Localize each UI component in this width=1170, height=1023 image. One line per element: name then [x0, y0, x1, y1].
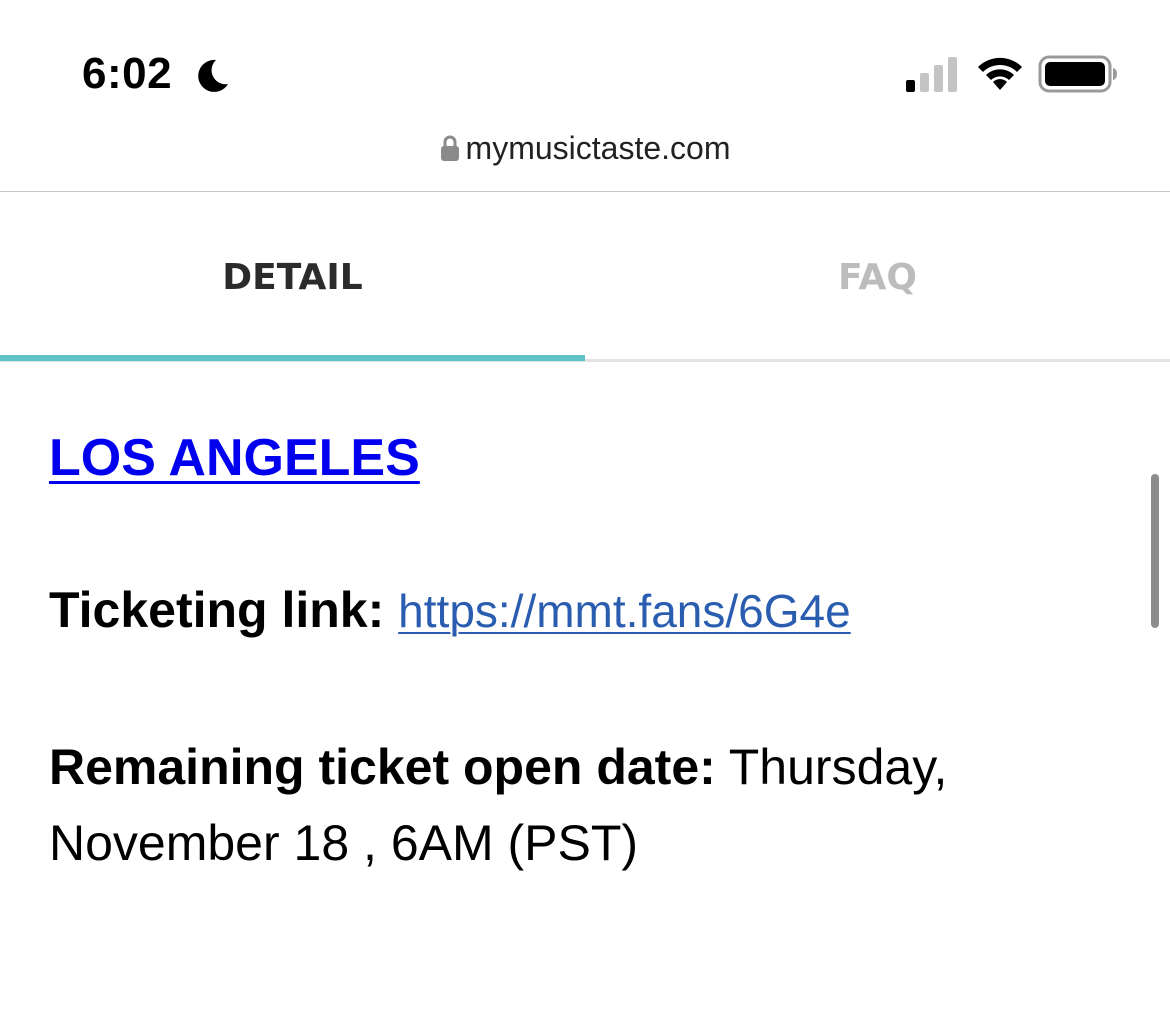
tab-detail[interactable]: DETAIL [0, 192, 585, 362]
moon-icon [198, 59, 228, 92]
open-date-label: Remaining ticket open date: [49, 739, 716, 795]
ticketing-url-link[interactable]: https://mmt.fans/6G4e [398, 585, 851, 637]
cellular-signal-icon [906, 57, 957, 92]
tab-bar: DETAIL FAQ [0, 192, 1170, 362]
ticketing-paragraph: Ticketing link: https://mmt.fans/6G4e [49, 572, 1110, 649]
open-date-paragraph: Remaining ticket open date: Thursday, No… [49, 729, 1110, 881]
city-link[interactable]: LOS ANGELES [49, 420, 420, 496]
status-time: 6:02 [82, 49, 173, 98]
wifi-icon [978, 57, 1022, 90]
status-bar: 6:02 [0, 0, 1170, 130]
address-bar[interactable]: mymusictaste.com [0, 126, 1170, 170]
phone-screen: 6:02 mymusictaste.com DETAIL FAQ LOS ANG… [0, 0, 1170, 1023]
scrollbar-thumb[interactable] [1151, 474, 1159, 628]
active-tab-indicator [0, 355, 585, 361]
ticketing-label: Ticketing link: [49, 582, 385, 638]
tab-faq[interactable]: FAQ [585, 192, 1170, 362]
detail-content: LOS ANGELES Ticketing link: https://mmt.… [49, 420, 1110, 881]
lock-icon [440, 135, 459, 161]
battery-icon [1038, 55, 1117, 93]
url-text: mymusictaste.com [465, 130, 731, 166]
